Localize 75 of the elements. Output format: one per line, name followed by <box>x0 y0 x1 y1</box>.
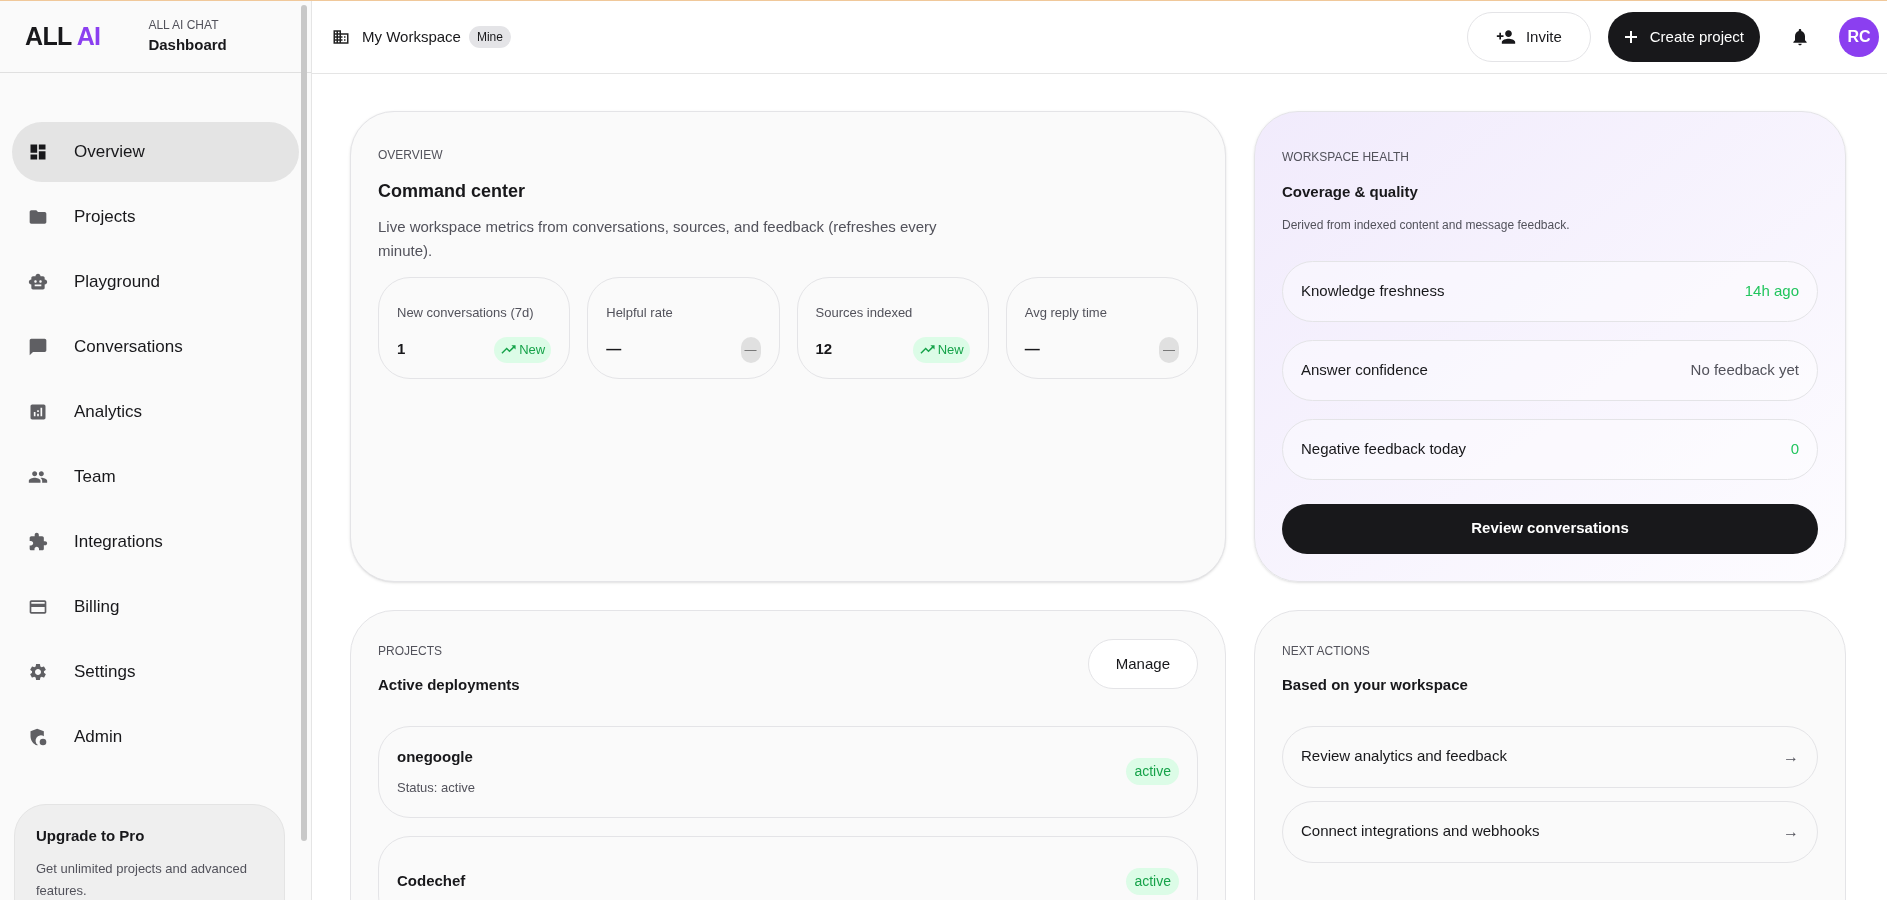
health-value: 0 <box>1790 438 1799 459</box>
health-label: Knowledge freshness <box>1301 280 1445 301</box>
building-icon <box>332 28 350 46</box>
invite-button[interactable]: Invite <box>1466 12 1591 62</box>
create-project-button[interactable]: Create project <box>1607 12 1760 62</box>
upgrade-text: Get unlimited projects and advanced features. <box>36 859 248 900</box>
project-name: Codechef <box>397 871 466 892</box>
card-description: Derived from indexed content and message feedback. <box>1282 216 1571 234</box>
metric-value: — <box>606 339 622 360</box>
nav-item[interactable]: Projects <box>12 187 299 247</box>
nav-item[interactable]: Team <box>12 447 299 507</box>
folder-icon <box>28 207 48 227</box>
trend-badge: New <box>912 336 970 363</box>
metric-value: 12 <box>815 339 833 360</box>
workspace-badge: Mine <box>468 26 511 48</box>
card-description: Live workspace metrics from conversations, sources, and feedback (refreshes every minute). <box>378 217 938 261</box>
card-title: Command center <box>378 180 527 203</box>
chat-bubble-icon <box>28 337 48 357</box>
settings-icon <box>28 662 48 682</box>
section-label: OVERVIEW <box>378 147 444 164</box>
neutral-badge: — <box>740 336 761 363</box>
nav-item[interactable]: Conversations <box>12 317 299 377</box>
action-item[interactable]: Connect integrations and webhooks → <box>1282 800 1818 863</box>
logo: ALL AI <box>25 20 101 52</box>
puzzle-icon <box>28 532 48 552</box>
shield-icon <box>28 727 48 747</box>
review-conversations-button[interactable]: Review conversations <box>1282 503 1818 554</box>
section-label: WORKSPACE HEALTH <box>1282 149 1410 166</box>
card-title: Coverage & quality <box>1282 182 1419 202</box>
status-badge: active <box>1126 758 1179 785</box>
metric-label: Avg reply time <box>1024 304 1108 322</box>
nav-item[interactable]: Integrations <box>12 512 299 572</box>
nav-item[interactable]: Playground <box>12 252 299 312</box>
person-add-icon <box>1495 27 1516 47</box>
user-avatar[interactable]: RC <box>1839 17 1879 57</box>
health-value: 14h ago <box>1744 280 1799 301</box>
plus-icon <box>1623 30 1638 44</box>
page-label: Dashboard <box>148 35 227 56</box>
nav-item[interactable]: Analytics <box>12 382 299 442</box>
arrow-icon: → <box>1783 819 1799 844</box>
health-label: Negative feedback today <box>1301 438 1467 459</box>
credit-card-icon <box>28 597 48 617</box>
status-badge: active <box>1126 868 1179 895</box>
arrow-icon: → <box>1783 744 1799 769</box>
neutral-badge: — <box>1159 336 1179 363</box>
metric-label: Sources indexed <box>815 304 914 322</box>
health-value: No feedback yet <box>1690 359 1799 380</box>
app-label: ALL AI CHAT <box>148 17 220 35</box>
metric-value: 1 <box>397 339 406 360</box>
trend-badge: New <box>494 336 552 363</box>
project-name: onegoogle <box>397 746 474 767</box>
nav-item[interactable]: Settings <box>12 642 299 702</box>
scrollbar[interactable] <box>301 5 307 841</box>
workspace-name[interactable]: My Workspace <box>362 25 461 49</box>
metric-label: Helpful rate <box>606 304 674 322</box>
nav-item[interactable]: Billing <box>12 577 299 637</box>
health-label: Answer confidence <box>1301 359 1428 380</box>
metric-label: New conversations (7d) <box>397 304 535 322</box>
project-card[interactable]: Codechef active <box>378 835 1198 900</box>
dashboard-icon <box>28 142 48 162</box>
metric-value: — <box>1024 339 1040 360</box>
upgrade-title: Upgrade to Pro <box>36 826 146 846</box>
robot-icon <box>28 272 48 292</box>
manage-button[interactable]: Manage <box>1087 639 1198 689</box>
nav-item[interactable]: Overview <box>12 122 299 182</box>
project-status: Status: active <box>397 779 476 797</box>
bell-icon[interactable] <box>1790 26 1810 48</box>
section-label: NEXT ACTIONS <box>1282 643 1371 660</box>
card-title: Active deployments <box>378 675 520 695</box>
card-title: Based on your workspace <box>1282 675 1469 695</box>
nav-item[interactable]: Admin <box>12 707 299 767</box>
bar-chart-icon <box>28 402 48 422</box>
project-card[interactable]: onegoogle Status: active active <box>378 725 1198 818</box>
action-item[interactable]: Review analytics and feedback → <box>1282 725 1818 788</box>
section-label: PROJECTS <box>378 643 443 660</box>
